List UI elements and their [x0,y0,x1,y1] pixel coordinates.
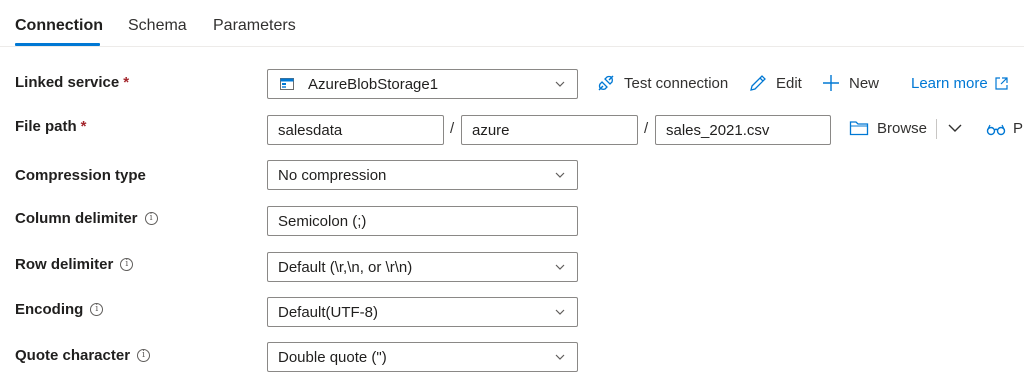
plug-icon [598,75,614,91]
browse-label: Browse [877,119,928,137]
glasses-icon [986,124,1006,135]
column-delimiter-label: Column delimiter i [15,210,158,227]
preview-data-button[interactable]: Pr [986,120,1024,137]
chevron-down-icon [555,264,565,270]
row-delimiter-label-text: Row delimiter [15,256,114,273]
file-path-label-text: File path [15,118,77,135]
quote-character-value: Double quote (") [278,348,387,366]
file-path-label: File path * [15,118,87,135]
container-input[interactable]: salesdata [267,115,444,145]
container-value: salesdata [278,121,343,139]
row-delimiter-label: Row delimiter i [15,256,134,273]
new-button[interactable]: New [821,73,879,93]
row-delimiter-dropdown[interactable]: Default (\r,\n, or \r\n) [267,252,578,282]
column-delimiter-dropdown[interactable]: Semicolon (;) [267,206,578,236]
chevron-down-icon [555,309,565,315]
learn-more-label: Learn more [911,75,988,92]
test-connection-button[interactable]: Test connection [596,73,728,93]
chevron-down-icon [555,81,565,87]
quote-character-label-text: Quote character [15,347,131,364]
required-asterisk: * [123,74,130,91]
tab-parameters[interactable]: Parameters [213,17,296,35]
encoding-label: Encoding i [15,301,104,318]
active-tab-indicator [15,43,100,46]
directory-value: azure [472,121,510,139]
preview-label: Pr [1013,120,1024,137]
column-delimiter-label-text: Column delimiter [15,210,138,227]
toolbar-divider [936,119,937,139]
external-link-icon [995,77,1008,90]
column-delimiter-value: Semicolon (;) [278,212,367,230]
required-asterisk: * [80,118,87,135]
tab-schema[interactable]: Schema [128,17,187,35]
file-name-value: sales_2021.csv [666,121,770,139]
chevron-down-icon [948,124,962,132]
path-separator: / [644,120,649,137]
info-icon[interactable]: i [144,212,158,225]
encoding-value: Default(UTF-8) [278,303,379,321]
compression-type-label-text: Compression type [15,167,146,184]
folder-icon [849,121,869,136]
browse-button[interactable]: Browse [849,119,927,137]
encoding-label-text: Encoding [15,301,84,318]
compression-type-label: Compression type [15,167,146,184]
path-separator: / [450,120,455,137]
edit-button[interactable]: Edit [748,73,802,93]
linked-service-label-text: Linked service [15,74,120,91]
storage-account-icon [280,78,294,90]
learn-more-link[interactable]: Learn more [911,75,1009,92]
plus-icon [823,75,839,91]
tab-connection[interactable]: Connection [15,17,103,35]
quote-character-label: Quote character i [15,347,151,364]
linked-service-label: Linked service * [15,74,129,91]
file-name-input[interactable]: sales_2021.csv [655,115,831,145]
test-connection-label: Test connection [624,74,729,92]
info-icon[interactable]: i [90,303,104,316]
compression-type-dropdown[interactable]: No compression [267,160,578,190]
linked-service-dropdown[interactable]: AzureBlobStorage1 [267,69,578,99]
directory-input[interactable]: azure [461,115,638,145]
compression-type-value: No compression [278,166,387,184]
info-icon[interactable]: i [120,258,134,271]
chevron-down-icon [555,354,565,360]
edit-label: Edit [776,74,802,92]
quote-character-dropdown[interactable]: Double quote (") [267,342,578,372]
info-icon[interactable]: i [137,349,151,362]
browse-options-button[interactable] [948,123,962,133]
pencil-icon [750,75,766,91]
dataset-connection-page: Connection Schema Parameters Linked serv… [0,0,1024,372]
new-label: New [849,74,880,92]
tab-bar: Connection Schema Parameters [0,0,1024,47]
chevron-down-icon [555,172,565,178]
row-delimiter-value: Default (\r,\n, or \r\n) [278,258,413,276]
encoding-dropdown[interactable]: Default(UTF-8) [267,297,578,327]
linked-service-value: AzureBlobStorage1 [308,75,439,93]
